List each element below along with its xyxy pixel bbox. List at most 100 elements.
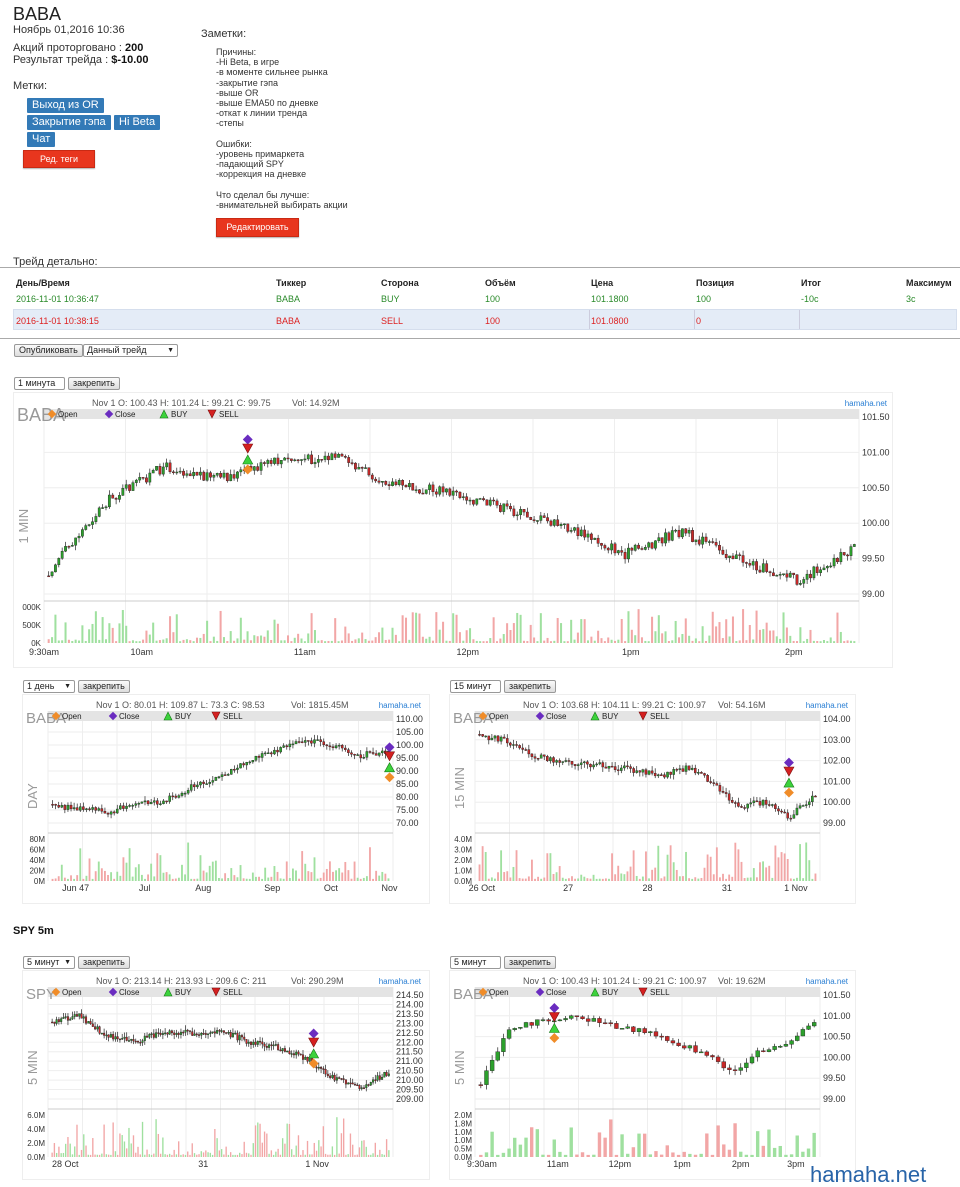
- volume-bar: [785, 627, 788, 643]
- edit-tags-button[interactable]: Ред. теги: [23, 150, 95, 168]
- candle: [691, 530, 694, 542]
- candle: [69, 1018, 72, 1021]
- volume-bar: [725, 878, 728, 881]
- volume-bar: [304, 863, 307, 881]
- publish-button[interactable]: Опубликовать: [14, 344, 83, 357]
- candle: [319, 739, 322, 742]
- volume-bar: [555, 872, 558, 881]
- pin-button-main[interactable]: закрепить: [68, 377, 120, 390]
- candle: [141, 1040, 144, 1043]
- volume-bar: [193, 1153, 196, 1157]
- cell-divider: [799, 310, 800, 329]
- tag-chat[interactable]: Чат: [27, 132, 56, 147]
- volume-bar: [71, 641, 74, 643]
- candle: [137, 803, 141, 805]
- legend-buy: BUY: [175, 988, 192, 997]
- volume-bar: [208, 865, 211, 881]
- candle: [115, 808, 119, 814]
- candle: [325, 744, 329, 747]
- candle: [202, 471, 206, 481]
- volume-bar: [620, 873, 623, 881]
- volume-bar: [567, 878, 570, 881]
- interval-select-day[interactable]: 1 день ▼: [23, 680, 75, 693]
- volume-bar: [521, 878, 524, 881]
- volume-bar: [88, 858, 91, 881]
- y-tick-label: 90.00: [396, 766, 419, 776]
- chart-15min[interactable]: 104.00 103.00 102.00 101.00 100.00 99.00 4.0M 3…: [449, 694, 856, 904]
- candle: [265, 1046, 268, 1048]
- volume-bar: [681, 633, 684, 643]
- volume-bar: [223, 1154, 225, 1157]
- candle: [424, 489, 428, 494]
- volume-bar: [580, 1152, 585, 1157]
- volume-bar: [236, 638, 239, 643]
- volume-readout: Vol: 19.62M: [718, 976, 766, 986]
- pin-button-baba5[interactable]: закрепить: [504, 956, 556, 969]
- timeframe-label: 15 MIN: [452, 767, 467, 809]
- candle: [595, 763, 598, 766]
- y-tick-label: 103.00: [823, 735, 851, 745]
- volume-bar: [731, 616, 734, 643]
- candle: [502, 503, 506, 512]
- volume-bar: [220, 1149, 223, 1157]
- x-tick-label: 12pm: [457, 647, 480, 657]
- candle: [225, 1032, 228, 1034]
- volume-bar: [157, 1133, 160, 1157]
- tag-exit-or[interactable]: Выход из OR: [27, 98, 104, 113]
- candle: [269, 460, 273, 464]
- candle: [177, 795, 181, 798]
- candle: [509, 742, 512, 746]
- volume-bar: [138, 641, 141, 643]
- legend-open: Open: [489, 712, 509, 721]
- volume-bar: [727, 1149, 732, 1157]
- chart-1min[interactable]: 101.50 101.00 100.50 100.00 99.50 99.00 000K 50…: [13, 392, 893, 668]
- buy-marker: [308, 1048, 320, 1059]
- volume-bar: [193, 878, 196, 881]
- candle: [637, 544, 640, 549]
- candle: [91, 521, 94, 525]
- chart-spy-5min[interactable]: 214.50 214.00 213.50 213.00 212.50 212.00 211.…: [22, 970, 430, 1180]
- volume-bar: [104, 639, 108, 643]
- col-ticker: Тиккер: [276, 278, 307, 288]
- interval-value: 1 минута: [18, 378, 56, 388]
- volume-bar: [370, 1154, 372, 1157]
- volume-bar: [808, 860, 811, 881]
- candle: [357, 467, 361, 470]
- pin-button-spy[interactable]: закрепить: [78, 956, 130, 969]
- tag-hi-beta[interactable]: Hi Beta: [114, 115, 161, 130]
- volume-bar: [182, 639, 185, 643]
- pin-button-day[interactable]: закрепить: [78, 680, 130, 693]
- tag-gap-close[interactable]: Закрытие гэпа: [27, 115, 111, 130]
- scope-select[interactable]: Данный трейд ▼: [83, 344, 178, 357]
- volume-bar: [205, 1150, 207, 1157]
- chart-day[interactable]: 110.00 105.00 100.00 95.00 90.00 85.00 80.00 75…: [22, 694, 430, 904]
- x-tick-label: 31: [722, 883, 732, 893]
- candle: [640, 548, 644, 550]
- pin-button-15m[interactable]: закрепить: [504, 680, 556, 693]
- volume-bar: [546, 637, 549, 643]
- volume-bar: [513, 1137, 517, 1157]
- volume-bar: [816, 640, 819, 643]
- volume-bar: [354, 639, 357, 643]
- volume-bar: [768, 865, 771, 881]
- volume-bar: [631, 1147, 636, 1157]
- volume-bar: [484, 1152, 489, 1157]
- candle: [202, 1033, 205, 1035]
- chart-canvas: 104.00103.00102.00101.00100.0099.004.0M3…: [452, 700, 851, 893]
- volume-bar: [647, 641, 650, 643]
- interval-select-spy[interactable]: 5 минут ▼: [23, 956, 75, 969]
- chart-baba-5min[interactable]: 101.50 101.00 100.50 100.00 99.50 99.00 2.0M 1.…: [449, 970, 856, 1180]
- edit-notes-button[interactable]: Редактировать: [216, 218, 299, 237]
- volume-bar: [110, 1154, 112, 1157]
- volume-bar: [506, 623, 509, 643]
- legend-close: Close: [119, 712, 140, 721]
- candle: [660, 537, 664, 544]
- candle: [118, 495, 121, 500]
- interval-select-main[interactable]: 1 минута▼: [14, 377, 65, 398]
- candle: [315, 1066, 318, 1069]
- interval-select-15m[interactable]: 15 минут▼: [450, 680, 501, 701]
- candle: [792, 572, 796, 575]
- candle: [239, 469, 243, 473]
- volume-tick-label: 000K: [22, 603, 41, 612]
- interval-select-baba5[interactable]: 5 минут▼: [450, 956, 501, 977]
